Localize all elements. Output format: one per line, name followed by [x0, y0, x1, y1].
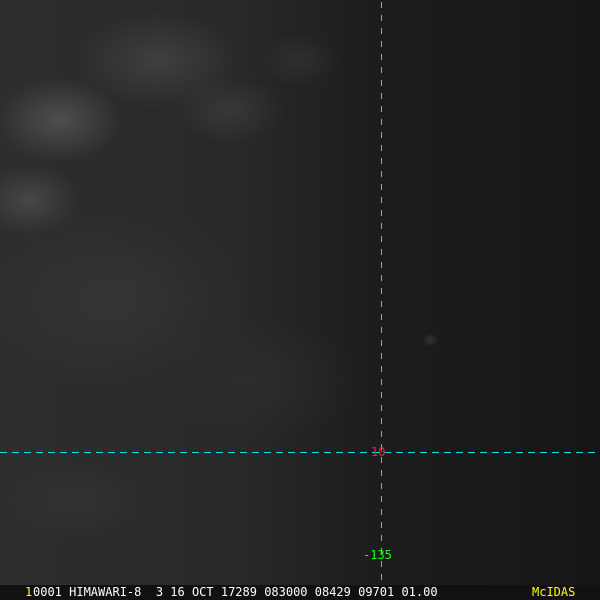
- satellite-frame: 10 -135 1 0001 HIMAWARI-8 3 16 OCT 17289…: [0, 0, 600, 600]
- longitude-label: -135: [363, 548, 392, 562]
- mcidas-logo: McIDAS: [532, 585, 576, 599]
- grid-overlay: [0, 2, 600, 585]
- latitude-label: 10: [371, 445, 386, 459]
- image-info: 0001 HIMAWARI-8 3 16 OCT 17289 083000 08…: [33, 585, 438, 599]
- frame-number: 1: [25, 585, 33, 599]
- status-bar: 1 0001 HIMAWARI-8 3 16 OCT 17289 083000 …: [0, 585, 600, 600]
